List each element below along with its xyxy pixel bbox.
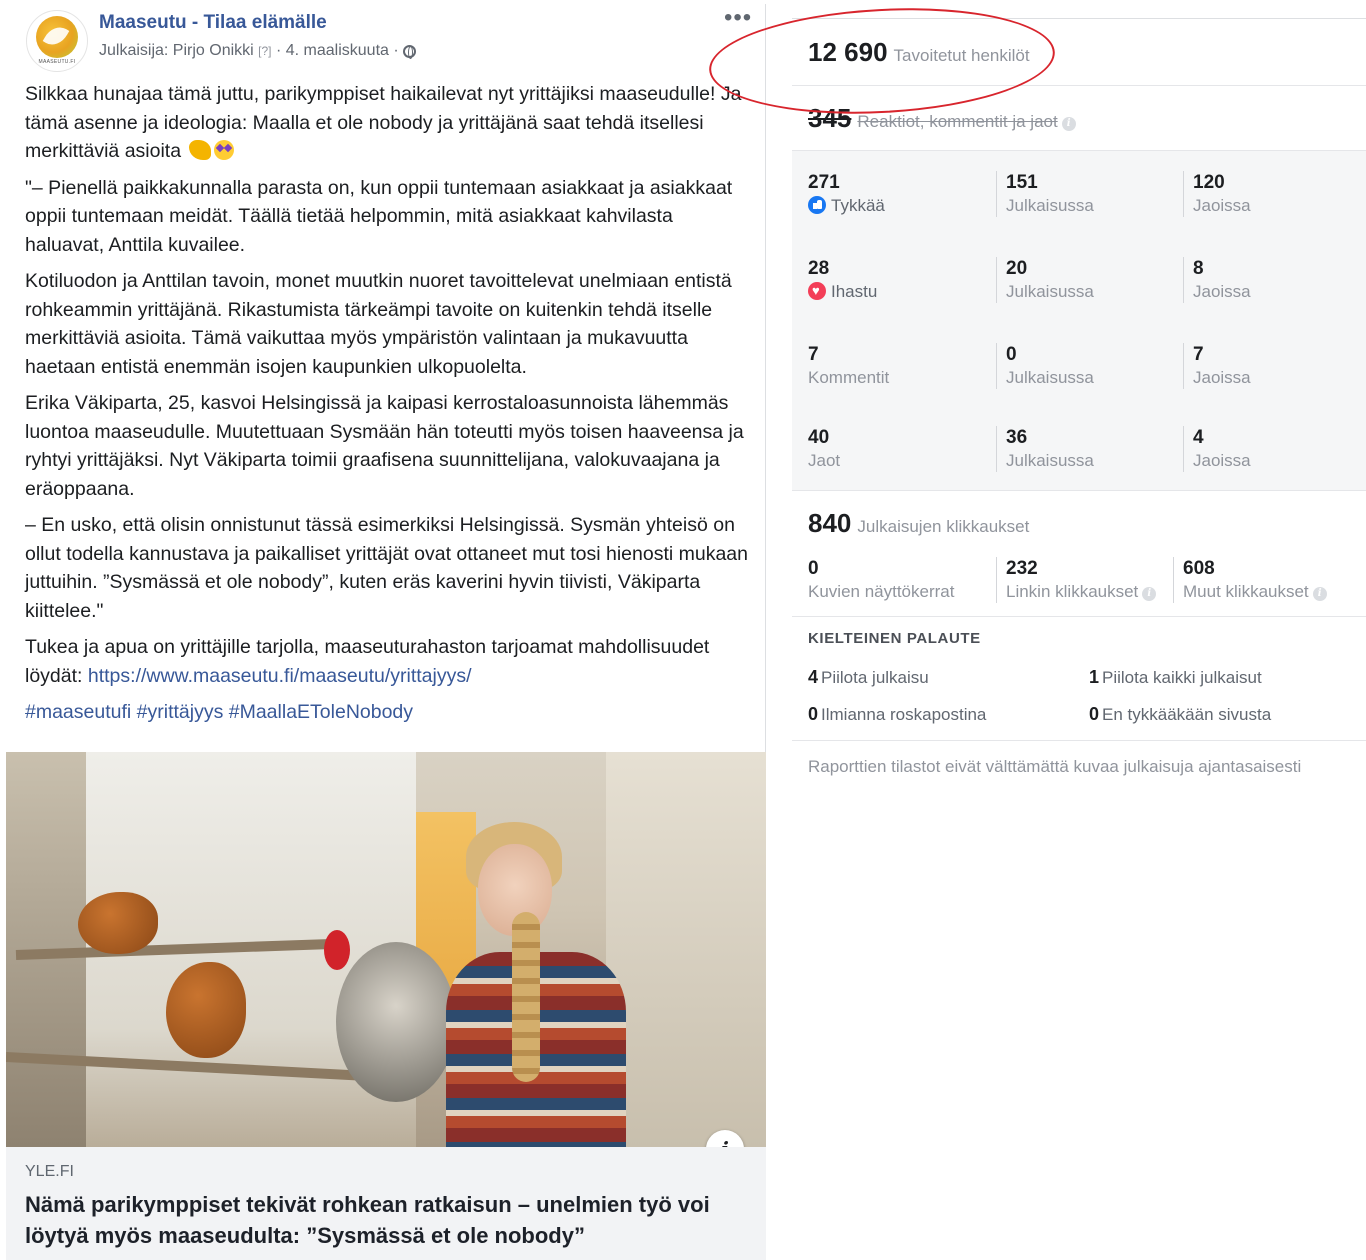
post-meta: Julkaisija: Pirjo Onikki [?] · 4. maalis… xyxy=(99,42,417,60)
post-date-link[interactable]: 4. maaliskuuta xyxy=(286,42,389,59)
engagement-label: Reaktiot, kommentit ja jaot xyxy=(857,112,1058,131)
divider xyxy=(792,85,1366,86)
stats-disclaimer: Raporttien tilastot eivät välttämättä ku… xyxy=(808,757,1302,776)
logo-brand-text: MAASEUTU.FI xyxy=(38,59,76,65)
comments-total: 7 Kommentit xyxy=(808,344,890,387)
meta-separator: · xyxy=(275,42,282,59)
meta-separator-2: · xyxy=(393,42,399,59)
post-paragraph: Silkkaa hunajaa tämä juttu, parikymppise… xyxy=(25,83,742,162)
more-options-button[interactable]: ••• xyxy=(724,4,752,32)
globe-icon xyxy=(403,45,417,59)
loves-on-post: 20 Julkaisussa xyxy=(996,257,1094,303)
engagement-row: 345 Reaktiot, kommentit ja jaot i xyxy=(808,103,1076,134)
negative-feedback-title: KIELTEINEN PALAUTE xyxy=(808,630,981,647)
page-name-link[interactable]: Maaseutu - Tilaa elämälle xyxy=(99,12,327,34)
reach-value: 12 690 xyxy=(808,37,888,67)
flexed-biceps-icon xyxy=(189,140,212,160)
link-title[interactable]: Nämä parikymppiset tekivät rohkean ratka… xyxy=(25,1189,750,1251)
engagement-info-icon[interactable]: i xyxy=(1061,117,1076,131)
page-avatar[interactable]: MAASEUTU.FI xyxy=(26,10,88,72)
link-preview-image[interactable] xyxy=(6,752,766,1147)
other-clicks: 608 Muut klikkaukset i xyxy=(1173,557,1327,603)
heart-icon xyxy=(808,282,826,300)
photo-hen xyxy=(78,892,158,954)
clicks-value: 840 xyxy=(808,508,852,538)
shares-total: 40 Jaot xyxy=(808,427,841,470)
likes-total: 271 Tykkää xyxy=(808,172,885,215)
link-clicks-info-icon[interactable]: i xyxy=(1142,587,1157,601)
unlike-page-stat: 0 En tykkääkään sivusta xyxy=(1089,704,1272,724)
likes-on-shares: 120 Jaoissa xyxy=(1183,171,1251,217)
photo-hen xyxy=(166,962,246,1058)
photo-rooster xyxy=(336,942,456,1102)
hashtags[interactable]: #maaseutufi #yrittäjyys #MaallaEToleNobo… xyxy=(25,698,750,727)
post-paragraph: Tukea ja apua on yrittäjille tarjolla, m… xyxy=(25,636,710,687)
link-clicks: 232 Linkin klikkaukset i xyxy=(996,557,1157,603)
comments-on-shares: 7 Jaoissa xyxy=(1183,343,1251,389)
publisher-help[interactable]: [?] xyxy=(258,44,271,58)
post-paragraph: Erika Väkiparta, 25, kasvoi Helsingissä … xyxy=(25,392,744,500)
publisher-label: Julkaisija: Pirjo Onikki xyxy=(99,42,254,59)
loves-on-shares: 8 Jaoissa xyxy=(1183,257,1251,303)
post-paragraph: Kotiluodon ja Anttilan tavoin, monet muu… xyxy=(25,270,732,378)
clicks-row: 840 Julkaisujen klikkaukset xyxy=(808,508,1029,539)
hide-all-posts-stat: 1 Piilota kaikki julkaisut xyxy=(1089,667,1262,687)
support-link[interactable]: https://www.maaseutu.fi/maaseutu/yrittaj… xyxy=(88,665,472,687)
photo-views: 0 Kuvien näyttökerrat xyxy=(808,558,955,601)
post-insights-panel: 12 690 Tavoitetut henkilöt 345 Reaktiot, k… xyxy=(792,18,1366,1256)
shares-on-shares: 4 Jaoissa xyxy=(1183,426,1251,472)
post-text: Silkkaa hunajaa tämä juttu, parikymppise… xyxy=(25,80,750,735)
report-spam-stat: 0 Ilmianna roskapostina xyxy=(808,704,987,724)
divider xyxy=(792,616,1366,617)
post-paragraph: "– Pienellä paikkakunnalla parasta on, k… xyxy=(25,176,733,256)
shares-on-post: 36 Julkaisussa xyxy=(996,426,1094,472)
reach-row: 12 690 Tavoitetut henkilöt xyxy=(808,37,1030,68)
reach-label: Tavoitetut henkilöt xyxy=(893,46,1030,65)
link-preview[interactable]: YLE.FI Nämä parikymppiset tekivät rohkea… xyxy=(6,1147,766,1260)
divider xyxy=(792,740,1366,741)
loves-total: 28 Ihastu xyxy=(808,257,877,303)
photo-rooster-comb xyxy=(324,930,350,970)
likes-on-post: 151 Julkaisussa xyxy=(996,171,1094,217)
post-card: MAASEUTU.FI Maaseutu - Tilaa elämälle Ju… xyxy=(6,4,766,1260)
other-clicks-info-icon[interactable]: i xyxy=(1312,587,1327,601)
photo-wall-right xyxy=(606,752,766,1147)
hide-post-stat: 4 Piilota julkaisu xyxy=(808,667,929,687)
link-domain: YLE.FI xyxy=(25,1163,74,1180)
comments-on-post: 0 Julkaisussa xyxy=(996,343,1094,389)
photo-woman-braid xyxy=(512,912,540,1082)
engagement-value: 345 xyxy=(808,103,852,133)
post-paragraph: – En usko, että olisin onnistunut tässä … xyxy=(25,514,748,622)
like-icon xyxy=(808,196,826,214)
star-struck-icon xyxy=(214,140,235,160)
clicks-label: Julkaisujen klikkaukset xyxy=(857,517,1030,536)
